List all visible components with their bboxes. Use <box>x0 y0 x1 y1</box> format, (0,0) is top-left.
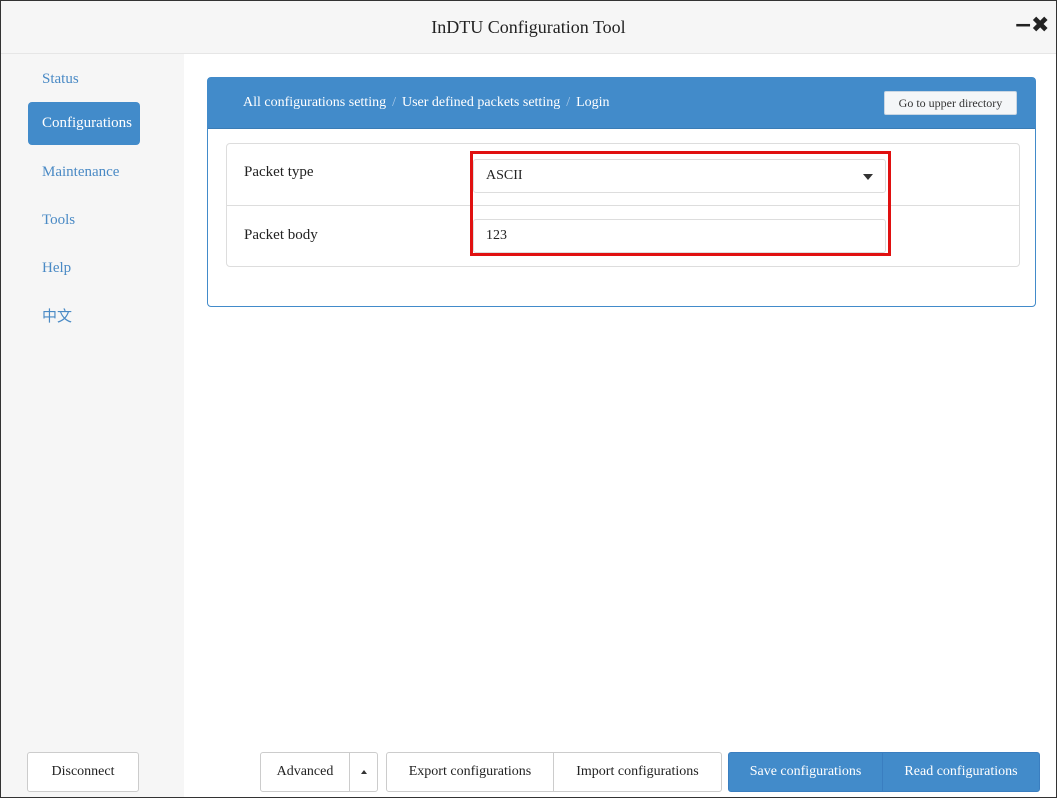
sidebar-item-maintenance[interactable]: Maintenance <box>28 151 140 194</box>
panel-header: All configurations setting / User defined … <box>208 78 1035 129</box>
breadcrumb-separator: / <box>566 95 571 110</box>
row-divider <box>227 205 1019 206</box>
sidebar-item-configurations[interactable]: Configurations <box>28 102 140 145</box>
advanced-button[interactable]: Advanced <box>260 752 350 792</box>
app-window: InDTU Configuration Tool − ✖ Status Conf… <box>0 0 1057 798</box>
disconnect-button[interactable]: Disconnect <box>27 752 139 792</box>
save-configurations-button[interactable]: Save configurations <box>728 752 883 792</box>
packet-form: Packet type ASCII Packet body <box>226 143 1020 267</box>
breadcrumb: All configurations setting / User defined … <box>243 95 610 111</box>
go-to-upper-directory-button[interactable]: Go to upper directory <box>884 91 1017 115</box>
breadcrumb-item-login: Login <box>576 95 610 110</box>
sidebar-item-help[interactable]: Help <box>28 247 140 290</box>
close-icon[interactable]: ✖ <box>1031 13 1049 39</box>
sidebar-item-status[interactable]: Status <box>28 58 140 101</box>
caret-up-icon <box>361 770 367 774</box>
import-configurations-button[interactable]: Import configurations <box>553 752 722 792</box>
packet-type-value: ASCII <box>486 168 523 183</box>
advanced-dropdown-button[interactable] <box>349 752 378 792</box>
sidebar: Status Configurations Maintenance Tools … <box>1 54 184 797</box>
minimize-icon[interactable]: − <box>1014 13 1032 39</box>
breadcrumb-separator: / <box>392 95 396 110</box>
breadcrumb-item-user-defined-packets[interactable]: User defined packets setting <box>402 95 560 110</box>
packet-type-label: Packet type <box>244 164 314 180</box>
caret-down-icon <box>863 174 873 180</box>
settings-panel: All configurations setting / User defined … <box>207 77 1036 307</box>
sidebar-item-tools[interactable]: Tools <box>28 199 140 242</box>
packet-body-input[interactable] <box>473 219 886 253</box>
packet-type-select[interactable]: ASCII <box>473 159 886 193</box>
read-configurations-button[interactable]: Read configurations <box>882 752 1040 792</box>
packet-body-label: Packet body <box>244 227 318 243</box>
sidebar-item-chinese[interactable]: 中文 <box>28 296 140 339</box>
export-configurations-button[interactable]: Export configurations <box>386 752 554 792</box>
title-bar: InDTU Configuration Tool − ✖ <box>1 1 1056 54</box>
breadcrumb-item-all-configurations[interactable]: All configurations setting <box>243 95 386 110</box>
window-title: InDTU Configuration Tool <box>431 17 626 37</box>
